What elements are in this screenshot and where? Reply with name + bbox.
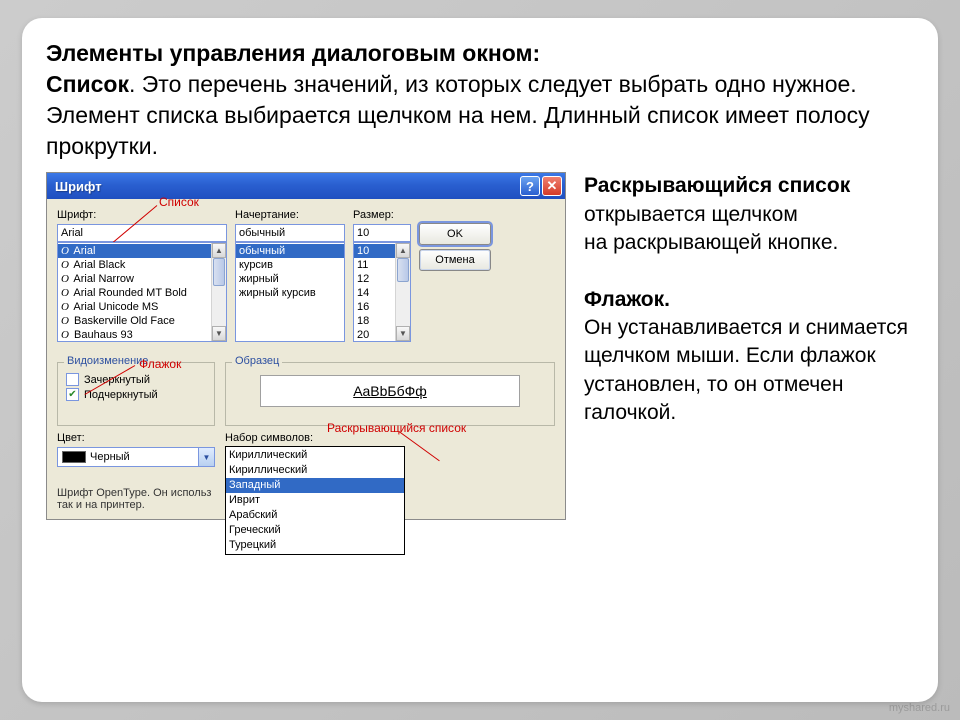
scroll-thumb[interactable] (213, 258, 225, 286)
sample-group: Образец AaBbБбФф (225, 362, 555, 426)
font-listbox[interactable]: O ArialO Arial BlackO Arial NarrowO Aria… (57, 242, 227, 342)
side-p2-rest: Он устанавливается и снимается щелчком м… (584, 316, 908, 424)
intro-heading: Элементы управления диалоговым окном: (46, 40, 540, 66)
list-item[interactable]: Иврит (226, 493, 404, 508)
scrollbar[interactable]: ▲ ▼ (395, 243, 410, 341)
list-item[interactable]: Кириллический (226, 463, 404, 478)
scroll-down-icon[interactable]: ▼ (212, 326, 226, 341)
dialog-title: Шрифт (55, 179, 102, 194)
intro-text: Элементы управления диалоговым окном: Сп… (46, 38, 914, 162)
ok-button[interactable]: OK (419, 223, 491, 245)
list-item[interactable]: O Arial Rounded MT Bold (58, 286, 226, 300)
list-item[interactable]: O Arial Black (58, 258, 226, 272)
sample-text: AaBbБбФф (260, 375, 520, 407)
list-item[interactable]: O Arial Narrow (58, 272, 226, 286)
size-input[interactable] (353, 224, 411, 242)
list-item[interactable]: Кириллический (226, 448, 404, 463)
side-p1-line2: на раскрывающей кнопке. (584, 231, 838, 254)
scroll-down-icon[interactable]: ▼ (396, 326, 410, 341)
color-swatch (62, 451, 86, 463)
style-input[interactable] (235, 224, 345, 242)
list-item[interactable]: Греческий (226, 523, 404, 538)
list-item[interactable]: жирный (236, 272, 344, 286)
scrollbar[interactable]: ▲ ▼ (211, 243, 226, 341)
underline-label: Подчеркнутый (84, 389, 158, 401)
list-item[interactable]: Арабский (226, 508, 404, 523)
underline-checkbox[interactable]: ✔ (66, 388, 79, 401)
size-label: Размер: (353, 209, 411, 221)
side-p1-bold: Раскрывающийся список (584, 174, 850, 197)
intro-body: . Это перечень значений, из которых след… (46, 71, 870, 159)
list-item[interactable]: O Arial Unicode MS (58, 300, 226, 314)
modification-legend: Видоизменение (64, 355, 151, 367)
color-value: Черный (90, 451, 198, 463)
list-item[interactable]: Турецкий (226, 538, 404, 553)
slide-card: Элементы управления диалоговым окном: Сп… (22, 18, 938, 702)
side-text: Раскрывающийся список открывается щелчко… (584, 172, 914, 520)
modification-group: Видоизменение Зачеркнутый ✔ Подчеркнутый (57, 362, 215, 426)
list-item[interactable]: обычный (236, 244, 344, 258)
chevron-down-icon[interactable]: ▼ (198, 448, 214, 466)
charset-dropdown[interactable]: КириллическийКириллическийЗападныйИвритА… (225, 446, 405, 555)
intro-subheading: Список (46, 71, 129, 97)
side-p2-bold: Флажок. (584, 288, 670, 311)
color-combo[interactable]: Черный ▼ (57, 447, 215, 467)
sample-legend: Образец (232, 355, 282, 367)
scroll-thumb[interactable] (397, 258, 409, 282)
list-item[interactable]: Западный (226, 478, 404, 493)
cancel-button[interactable]: Отмена (419, 249, 491, 271)
style-listbox[interactable]: обычныйкурсивжирныйжирный курсив (235, 242, 345, 342)
size-listbox[interactable]: 10111214161820 ▲ ▼ (353, 242, 411, 342)
list-item[interactable]: жирный курсив (236, 286, 344, 300)
watermark: myshared.ru (889, 702, 950, 714)
font-dialog: Шрифт ? ✕ Список Шрифт: O ArialO Arial B… (46, 172, 566, 520)
side-p1-rest: открывается щелчком (584, 203, 798, 226)
strike-label: Зачеркнутый (84, 374, 150, 386)
list-item[interactable]: O Bauhaus 93 (58, 328, 226, 342)
list-item[interactable]: курсив (236, 258, 344, 272)
font-label: Шрифт: (57, 209, 227, 221)
charset-label: Набор символов: (225, 432, 405, 444)
color-label: Цвет: (57, 432, 215, 444)
strike-checkbox[interactable] (66, 373, 79, 386)
titlebar[interactable]: Шрифт ? ✕ (47, 173, 565, 199)
list-item[interactable]: O Arial (58, 244, 226, 258)
help-button[interactable]: ? (520, 176, 540, 196)
close-button[interactable]: ✕ (542, 176, 562, 196)
list-item[interactable]: O Baskerville Old Face (58, 314, 226, 328)
scroll-up-icon[interactable]: ▲ (212, 243, 226, 258)
scroll-up-icon[interactable]: ▲ (396, 243, 410, 258)
font-input[interactable] (57, 224, 227, 242)
style-label: Начертание: (235, 209, 345, 221)
